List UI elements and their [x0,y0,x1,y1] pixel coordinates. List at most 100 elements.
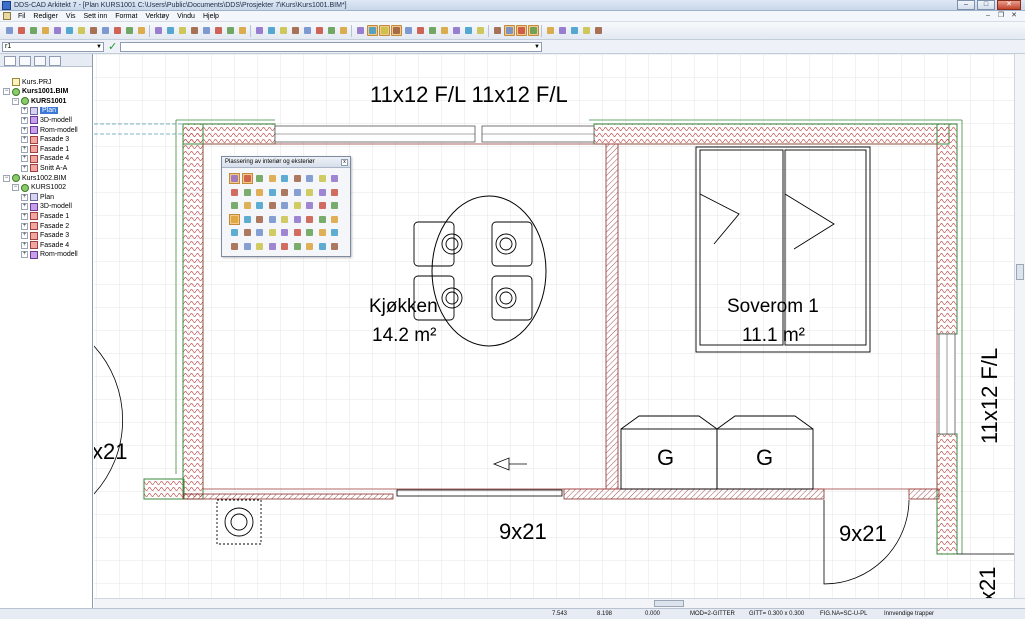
palette-tool-icon[interactable] [241,173,253,184]
toolbar-tool-icon[interactable] [415,25,426,36]
expand-icon[interactable]: + [21,212,28,220]
tree-item[interactable]: +3D-modell [21,115,72,125]
toolbar-tool-icon[interactable] [124,25,135,36]
toolbar-tool-icon[interactable] [136,25,147,36]
command-input[interactable]: ▼ [120,42,542,52]
collapse-icon[interactable]: − [3,88,10,96]
tree-item[interactable]: + Fasade 4 [21,240,69,250]
palette-tool-icon[interactable] [267,187,278,198]
menu-help[interactable]: Hjelp [199,13,223,20]
menu-insert[interactable]: Sett inn [80,13,112,20]
palette-tool-icon[interactable] [229,173,240,184]
palette-tool-icon[interactable] [329,173,340,184]
horizontal-scrollbar[interactable] [94,598,1025,608]
palette-tool-icon[interactable] [329,241,340,252]
document-icon[interactable] [3,12,11,20]
palette-tool-icon[interactable] [292,173,303,184]
doc-minimize-button[interactable]: – [983,12,993,20]
toolbar-tool-icon[interactable] [112,25,123,36]
collapse-icon[interactable]: − [3,174,10,182]
tree-item[interactable]: + Rom-modell [21,125,78,135]
palette-tool-icon[interactable] [229,227,240,238]
toolbar-tool-icon[interactable] [64,25,75,36]
toolbar-tool-icon[interactable] [177,25,188,36]
palette-tool-icon[interactable] [279,200,290,211]
chevron-down-icon[interactable]: ▼ [96,43,102,51]
toolbar-tool-icon[interactable] [165,25,176,36]
palette-tool-icon[interactable] [317,187,328,198]
toolbar-tool-icon[interactable] [153,25,164,36]
toolbar-tool-icon[interactable] [266,25,277,36]
palette-title[interactable]: Plassering av interiør og eksteriør x [222,157,350,168]
doc-close-button[interactable]: ✕ [1009,12,1019,20]
expand-icon[interactable]: + [21,164,28,172]
palette-tool-icon[interactable] [242,241,253,252]
tab-project-tree-icon[interactable] [4,56,16,66]
palette-tool-icon[interactable] [229,213,240,225]
toolbar-tool-icon[interactable] [278,25,289,36]
palette-tool-icon[interactable] [254,187,265,198]
palette-tool-icon[interactable] [329,187,340,198]
toolbar-tool-icon[interactable] [225,25,236,36]
palette-tool-icon[interactable] [254,227,265,238]
palette-tool-icon[interactable] [242,187,253,198]
toolbar-tool-icon[interactable] [463,25,474,36]
toolbar-tool-icon[interactable] [213,25,224,36]
tree-item[interactable]: + Fasade 1 [21,144,69,154]
toolbar-tool-icon[interactable] [439,25,450,36]
palette-tool-icon[interactable] [254,214,265,225]
tree-item[interactable]: + Fasade 2 [21,221,69,231]
toolbar-tool-icon[interactable] [201,25,212,36]
expand-icon[interactable]: + [21,193,28,201]
expand-icon[interactable]: + [21,136,28,144]
palette-tool-icon[interactable] [304,200,315,211]
tree-item[interactable]: + Fasade 4 [21,154,69,164]
menu-edit[interactable]: Rediger [29,13,62,20]
toolbar-tool-icon[interactable] [391,25,402,36]
confirm-check-icon[interactable]: ✓ [108,41,117,53]
palette-tool-icon[interactable] [229,241,240,252]
toolbar-tool-icon[interactable] [88,25,99,36]
command-combo[interactable]: r1 ▼ [2,42,104,52]
palette-tool-icon[interactable] [279,214,290,225]
toolbar-tool-icon[interactable] [4,25,15,36]
expand-icon[interactable]: + [21,107,28,115]
palette-tool-icon[interactable] [279,227,290,238]
tree-item[interactable]: +3D-modell [21,202,72,212]
palette-tool-icon[interactable] [304,187,315,198]
interior-exterior-palette[interactable]: Plassering av interiør og eksteriør x [221,156,351,257]
toolbar-tool-icon[interactable] [569,25,580,36]
doc-restore-button[interactable]: ❐ [996,12,1006,20]
toolbar-tool-icon[interactable] [52,25,63,36]
toolbar-tool-icon[interactable] [314,25,325,36]
menu-format[interactable]: Format [111,13,141,20]
tab-views-icon[interactable] [34,56,46,66]
expand-icon[interactable]: + [21,241,28,249]
toolbar-tool-icon[interactable] [451,25,462,36]
menu-window[interactable]: Vindu [173,13,199,20]
toolbar-tool-icon[interactable] [379,25,390,36]
expand-icon[interactable]: + [21,145,28,153]
palette-tool-icon[interactable] [317,214,328,225]
collapse-icon[interactable]: − [12,97,19,105]
palette-tool-icon[interactable] [317,241,328,252]
vertical-scroll-thumb[interactable] [1016,264,1024,280]
palette-tool-icon[interactable] [279,187,290,198]
toolbar-tool-icon[interactable] [557,25,568,36]
tree-item[interactable]: Kurs.PRJ [3,77,52,87]
tree-item[interactable]: − Kurs1001.BIM [3,87,68,97]
horizontal-scroll-thumb[interactable] [654,600,684,607]
palette-tool-icon[interactable] [242,200,253,211]
palette-tool-icon[interactable] [242,227,253,238]
expand-icon[interactable]: + [21,126,28,134]
palette-tool-icon[interactable] [229,187,240,198]
palette-tool-icon[interactable] [267,200,278,211]
palette-tool-icon[interactable] [292,227,303,238]
tree-item[interactable]: + Fasade 3 [21,231,69,241]
minimize-button[interactable]: – [957,0,975,10]
toolbar-tool-icon[interactable] [40,25,51,36]
floor-plan[interactable]: 11x12 F/L 11x12 F/L 11x12 F/L x21 9x21 9… [94,54,1014,598]
palette-tool-icon[interactable] [292,187,303,198]
toolbar-tool-icon[interactable] [326,25,337,36]
drawing-canvas[interactable]: 11x12 F/L 11x12 F/L 11x12 F/L x21 9x21 9… [94,54,1014,598]
